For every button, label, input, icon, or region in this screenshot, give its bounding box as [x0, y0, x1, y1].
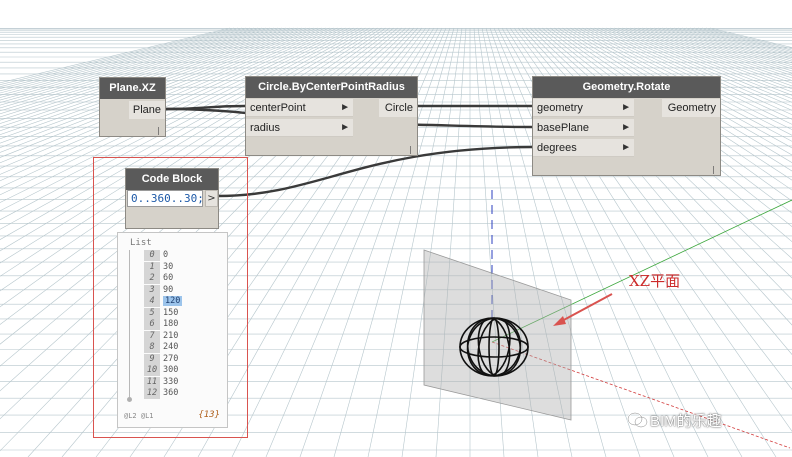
node-geometry-rotate[interactable]: Geometry.Rotate geometry ► basePlane ► d…: [532, 76, 721, 176]
node-title: Geometry.Rotate: [533, 77, 720, 98]
port-label: radius: [250, 122, 280, 134]
canvas[interactable]: Plane.XZ Plane | Circle.ByCenterPointRad…: [0, 0, 792, 457]
node-title: Plane.XZ: [100, 78, 165, 99]
node-plane-xz[interactable]: Plane.XZ Plane |: [99, 77, 166, 137]
input-port-geometry[interactable]: geometry ►: [533, 99, 634, 117]
output-port-geometry[interactable]: Geometry: [662, 99, 720, 117]
resize-grip-icon: |: [408, 145, 413, 154]
input-port-centerpoint[interactable]: centerPoint ►: [246, 99, 353, 117]
port-label: degrees: [537, 142, 577, 154]
chevron-right-icon: ►: [340, 122, 350, 133]
wechat-icon: [627, 412, 648, 428]
input-port-baseplane[interactable]: basePlane ►: [533, 119, 634, 137]
chevron-right-icon: ►: [621, 102, 631, 113]
chevron-right-icon: ►: [621, 142, 631, 153]
watermark-text: BIM的乐趣: [650, 413, 722, 430]
resize-grip-icon: |: [156, 126, 161, 135]
input-port-radius[interactable]: radius ►: [246, 119, 353, 137]
output-port-plane[interactable]: Plane: [129, 101, 165, 119]
chevron-right-icon: ►: [340, 102, 350, 113]
node-circle-by-center-point-radius[interactable]: Circle.ByCenterPointRadius centerPoint ►…: [245, 76, 418, 156]
port-label: geometry: [537, 102, 583, 114]
port-label: centerPoint: [250, 102, 306, 114]
highlight-box: [93, 157, 248, 438]
input-port-degrees[interactable]: degrees ►: [533, 139, 634, 157]
node-title: Circle.ByCenterPointRadius: [246, 77, 417, 98]
chevron-right-icon: ►: [621, 122, 631, 133]
port-label: basePlane: [537, 122, 589, 134]
output-port-circle[interactable]: Circle: [379, 99, 417, 117]
resize-grip-icon: |: [711, 165, 716, 174]
xz-plane-label: XZ平面: [629, 272, 681, 290]
